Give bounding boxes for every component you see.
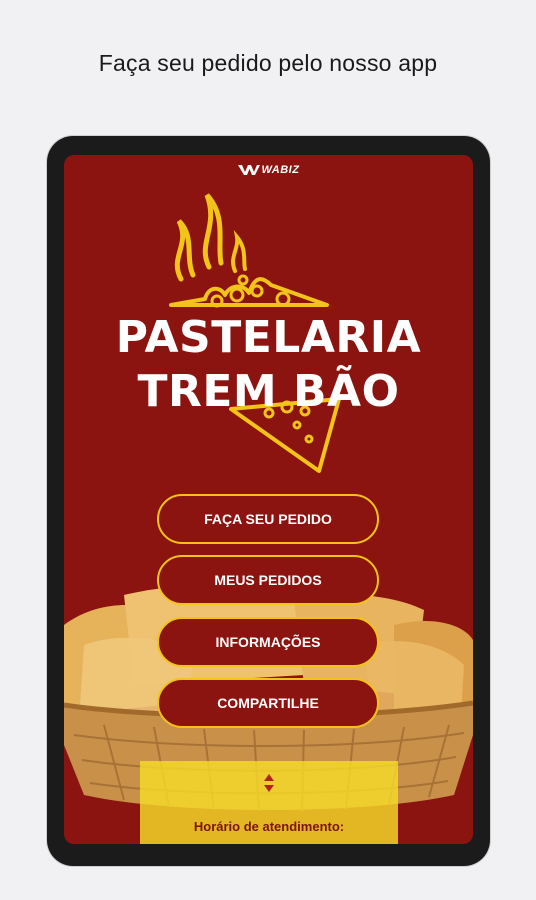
share-button[interactable]: COMPARTILHE [157, 678, 379, 728]
logo-title-line1: PASTELARIA [115, 312, 422, 363]
my-orders-button[interactable]: MEUS PEDIDOS [157, 555, 379, 605]
app-screen: WABIZ PASTELARIA TREM BÃO FAÇA SEU PEDID… [64, 155, 473, 844]
wabiz-brand: WABIZ [64, 164, 473, 176]
place-order-button[interactable]: FAÇA SEU PEDIDO [157, 494, 379, 544]
tablet-frame: WABIZ PASTELARIA TREM BÃO FAÇA SEU PEDID… [47, 136, 490, 866]
wabiz-logo-icon [237, 165, 260, 176]
information-button[interactable]: INFORMAÇÕES [157, 617, 379, 667]
store-caption: Faça seu pedido pelo nosso app [98, 50, 438, 76]
opening-hours-label: Horário de atendimento: [193, 819, 345, 834]
brand-name: WABIZ [261, 164, 300, 176]
opening-hours-panel[interactable]: Horário de atendimento: [140, 761, 398, 844]
logo-title-line2: TREM BÃO [137, 366, 400, 417]
expand-collapse-icon[interactable] [140, 773, 398, 798]
